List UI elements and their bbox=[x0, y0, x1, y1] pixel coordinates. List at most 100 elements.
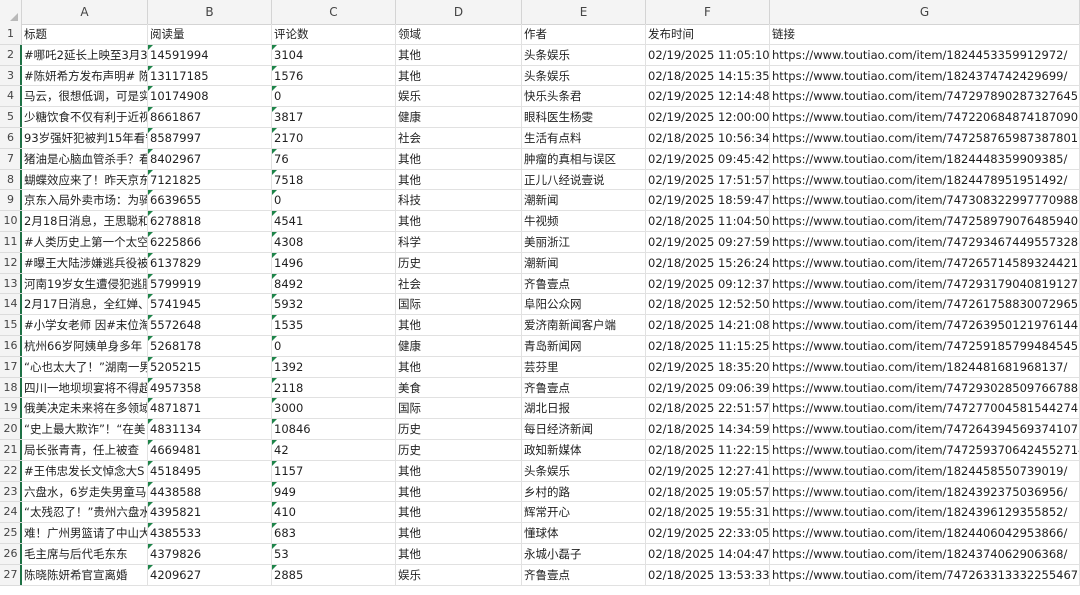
table-cell[interactable]: 其他 bbox=[396, 44, 522, 66]
table-cell[interactable]: 02/19/2025 09:27:59 bbox=[646, 231, 770, 253]
table-cell[interactable]: 辉常开心 bbox=[522, 502, 646, 524]
table-cell[interactable]: 76 bbox=[272, 148, 396, 170]
column-header[interactable]: D bbox=[396, 0, 522, 24]
table-cell[interactable]: 难！广州男篮请了中山大 bbox=[22, 523, 148, 544]
table-cell[interactable]: https://www.toutiao.com/item/74726395012… bbox=[770, 315, 1080, 336]
row-header[interactable]: 15 bbox=[0, 315, 22, 336]
table-cell[interactable]: 5205215 bbox=[148, 356, 272, 378]
table-cell[interactable]: 1535 bbox=[272, 315, 396, 336]
table-cell[interactable]: 13117185 bbox=[148, 65, 272, 87]
table-cell[interactable]: 齐鲁壹点 bbox=[522, 564, 646, 586]
row-header[interactable]: 1 bbox=[0, 24, 22, 45]
table-cell[interactable]: 6639655 bbox=[148, 190, 272, 212]
table-cell[interactable]: 4385533 bbox=[148, 523, 272, 544]
table-cell[interactable]: 02/18/2025 10:56:34 bbox=[646, 127, 770, 149]
table-cell[interactable]: 02/19/2025 11:05:10 bbox=[646, 44, 770, 66]
table-cell[interactable]: 4541 bbox=[272, 211, 396, 232]
table-cell[interactable]: 5268178 bbox=[148, 335, 272, 357]
table-cell[interactable]: https://www.toutiao.com/item/18244789519… bbox=[770, 169, 1080, 191]
table-cell[interactable]: 社会 bbox=[396, 127, 522, 149]
table-cell[interactable]: https://www.toutiao.com/item/74729317904… bbox=[770, 273, 1080, 295]
table-cell[interactable]: 02/18/2025 14:34:59 bbox=[646, 419, 770, 440]
row-header[interactable]: 26 bbox=[0, 543, 22, 565]
table-cell[interactable]: 其他 bbox=[396, 315, 522, 336]
table-cell[interactable]: 京东入局外卖市场：为骑 bbox=[22, 190, 148, 212]
table-cell[interactable]: 02/18/2025 14:15:35 bbox=[646, 65, 770, 87]
table-cell[interactable]: 局长张青青，任上被查 bbox=[22, 439, 148, 461]
table-cell[interactable]: 02/18/2025 22:51:57 bbox=[646, 398, 770, 420]
table-cell[interactable]: 河南19岁女生遭侵犯逃脱 bbox=[22, 273, 148, 295]
table-cell[interactable]: 其他 bbox=[396, 481, 522, 503]
table-cell[interactable]: 猪油是心脑血管杀手？看 bbox=[22, 148, 148, 170]
table-cell[interactable]: 6137829 bbox=[148, 252, 272, 274]
table-cell[interactable]: 1157 bbox=[272, 460, 396, 482]
table-cell[interactable]: 5741945 bbox=[148, 294, 272, 316]
column-header[interactable]: C bbox=[272, 0, 396, 24]
table-cell[interactable]: 4308 bbox=[272, 231, 396, 253]
table-cell[interactable]: 02/18/2025 15:26:24 bbox=[646, 252, 770, 274]
table-cell[interactable]: 02/19/2025 17:51:57 bbox=[646, 169, 770, 191]
table-cell[interactable]: 齐鲁壹点 bbox=[522, 273, 646, 295]
table-cell[interactable]: 02/19/2025 12:27:41 bbox=[646, 460, 770, 482]
table-cell[interactable]: 杭州66岁阿姨单身多年 bbox=[22, 335, 148, 357]
column-header[interactable]: E bbox=[522, 0, 646, 24]
column-header[interactable]: B bbox=[148, 0, 272, 24]
row-header[interactable]: 8 bbox=[0, 169, 22, 191]
table-cell[interactable]: 政知新媒体 bbox=[522, 439, 646, 461]
table-cell[interactable]: 0 bbox=[272, 335, 396, 357]
table-cell[interactable]: 发布时间 bbox=[646, 24, 770, 45]
row-header[interactable]: 27 bbox=[0, 564, 22, 586]
table-cell[interactable]: 链接 bbox=[770, 24, 1080, 45]
table-cell[interactable]: https://www.toutiao.com/item/74725918579… bbox=[770, 335, 1080, 357]
table-cell[interactable]: 陈晓陈妍希官宣离婚 bbox=[22, 564, 148, 586]
table-cell[interactable]: 娱乐 bbox=[396, 564, 522, 586]
table-cell[interactable]: 潮新闻 bbox=[522, 190, 646, 212]
table-cell[interactable]: 0 bbox=[272, 86, 396, 108]
table-cell[interactable]: 头条娱乐 bbox=[522, 65, 646, 87]
table-cell[interactable]: 青岛新闻网 bbox=[522, 335, 646, 357]
table-cell[interactable]: 永城小磊子 bbox=[522, 543, 646, 565]
row-header[interactable]: 3 bbox=[0, 65, 22, 87]
table-cell[interactable]: 02/19/2025 22:33:05 bbox=[646, 523, 770, 544]
table-cell[interactable]: 02/19/2025 18:35:20 bbox=[646, 356, 770, 378]
row-header[interactable]: 23 bbox=[0, 481, 22, 503]
table-cell[interactable]: 蝴蝶效应来了！昨天京东 bbox=[22, 169, 148, 191]
table-cell[interactable]: 领域 bbox=[396, 24, 522, 45]
table-cell[interactable]: 其他 bbox=[396, 543, 522, 565]
column-header[interactable]: G bbox=[770, 0, 1080, 24]
table-cell[interactable]: #曝王大陆涉嫌逃兵役被 bbox=[22, 252, 148, 274]
table-cell[interactable]: 02/18/2025 11:15:25 bbox=[646, 335, 770, 357]
table-cell[interactable]: 其他 bbox=[396, 356, 522, 378]
table-cell[interactable]: 3104 bbox=[272, 44, 396, 66]
table-cell[interactable]: 懂球体 bbox=[522, 523, 646, 544]
table-cell[interactable]: https://www.toutiao.com/item/74726331333… bbox=[770, 564, 1080, 586]
table-cell[interactable]: https://www.toutiao.com/item/74729789028… bbox=[770, 86, 1080, 108]
row-header[interactable]: 19 bbox=[0, 398, 22, 420]
table-cell[interactable]: 标题 bbox=[22, 24, 148, 45]
table-cell[interactable]: 683 bbox=[272, 523, 396, 544]
table-cell[interactable]: 42 bbox=[272, 439, 396, 461]
table-cell[interactable]: 949 bbox=[272, 481, 396, 503]
column-header[interactable]: A bbox=[22, 0, 148, 24]
table-cell[interactable]: 正儿八经说壹说 bbox=[522, 169, 646, 191]
table-cell[interactable]: 历史 bbox=[396, 419, 522, 440]
table-cell[interactable]: 3817 bbox=[272, 107, 396, 128]
table-cell[interactable]: 评论数 bbox=[272, 24, 396, 45]
table-cell[interactable]: 02/18/2025 14:04:47 bbox=[646, 543, 770, 565]
table-cell[interactable]: 4669481 bbox=[148, 439, 272, 461]
row-header[interactable]: 7 bbox=[0, 148, 22, 170]
table-cell[interactable]: 爱济南新闻客户端 bbox=[522, 315, 646, 336]
table-cell[interactable]: https://www.toutiao.com/item/18243740629… bbox=[770, 543, 1080, 565]
table-cell[interactable]: 其他 bbox=[396, 169, 522, 191]
table-cell[interactable]: https://www.toutiao.com/item/74729302850… bbox=[770, 377, 1080, 399]
table-cell[interactable]: https://www.toutiao.com/item/18244585507… bbox=[770, 460, 1080, 482]
table-cell[interactable]: 4209627 bbox=[148, 564, 272, 586]
table-cell[interactable]: 生活有点料 bbox=[522, 127, 646, 149]
table-cell[interactable]: 社会 bbox=[396, 273, 522, 295]
table-cell[interactable]: 02/19/2025 18:59:47 bbox=[646, 190, 770, 212]
table-cell[interactable]: 02/19/2025 12:00:00 bbox=[646, 107, 770, 128]
table-cell[interactable]: 阅读量 bbox=[148, 24, 272, 45]
table-cell[interactable]: 俄美决定未来将在多领域 bbox=[22, 398, 148, 420]
table-cell[interactable]: https://www.toutiao.com/item/18244533599… bbox=[770, 44, 1080, 66]
table-cell[interactable]: 牛视频 bbox=[522, 211, 646, 232]
